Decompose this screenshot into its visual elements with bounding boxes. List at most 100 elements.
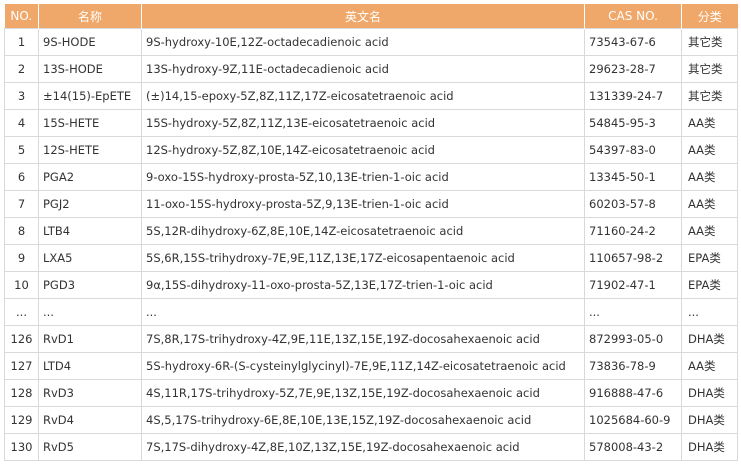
table-row: 1 9S-HODE 9S-hydroxy-10E,12Z-octadecadieno… bbox=[4, 28, 738, 56]
table-row: 127 LTD4 5S-hydroxy-6R-(S-cysteinylglyciny… bbox=[4, 352, 738, 380]
row-english-name-cell: 9S-hydroxy-10E,12Z-octadecadienoic acid bbox=[141, 28, 585, 56]
row-no-cell: 128 bbox=[4, 379, 39, 407]
table-row: 8 LTB4 5S,12R-dihydroxy-6Z,8E,10E,14Z-eico… bbox=[4, 217, 738, 245]
row-english-name-cell: 9α,15S-dihydroxy-11-oxo-prosta-5Z,13E,17… bbox=[141, 271, 585, 299]
table-row: 10 PGD3 9α,15S-dihydroxy-11-oxo-prosta-5Z,… bbox=[4, 271, 738, 299]
row-cas-cell: 872993-05-0 bbox=[584, 325, 682, 353]
row-name-cell: PGD3 bbox=[38, 271, 142, 299]
row-name-cell: PGJ2 bbox=[38, 190, 142, 218]
header-english-name: 英文名 bbox=[141, 4, 585, 29]
row-english-name-cell: ... bbox=[141, 298, 585, 326]
row-english-name-cell: 12S-hydroxy-5Z,8Z,10E,14Z-eicosatetraeno… bbox=[141, 136, 585, 164]
row-cas-cell: 110657-98-2 bbox=[584, 244, 682, 272]
row-cas-cell: 13345-50-1 bbox=[584, 163, 682, 191]
row-name-cell: 12S-HETE bbox=[38, 136, 142, 164]
row-class-cell: AA类 bbox=[681, 190, 738, 218]
table-row: 9 LXA5 5S,6R,15S-trihydroxy-7E,9E,11Z,13E,… bbox=[4, 244, 738, 272]
table-row: ............... bbox=[4, 298, 738, 326]
table-row: 3 ±14(15)-EpETE (±)14,15-epoxy-5Z,8Z,11Z,1… bbox=[4, 82, 738, 110]
row-no-cell: 3 bbox=[4, 82, 39, 110]
row-name-cell: 15S-HETE bbox=[38, 109, 142, 137]
compound-table: NO. 名称 英文名 CAS NO. 分类 1 9S-HODE 9S-hydroxy… bbox=[4, 4, 738, 461]
row-name-cell: RvD3 bbox=[38, 379, 142, 407]
table-row: 7 PGJ2 11-oxo-15S-hydroxy-prosta-5Z,9,13E-… bbox=[4, 190, 738, 218]
row-name-cell: RvD5 bbox=[38, 433, 142, 461]
row-name-cell: LTB4 bbox=[38, 217, 142, 245]
table-row: 2 13S-HODE 13S-hydroxy-9Z,11E-octadecadien… bbox=[4, 55, 738, 83]
row-english-name-cell: (±)14,15-epoxy-5Z,8Z,11Z,17Z-eicosatetra… bbox=[141, 82, 585, 110]
row-no-cell: 8 bbox=[4, 217, 39, 245]
table-body: 1 9S-HODE 9S-hydroxy-10E,12Z-octadecadieno… bbox=[4, 28, 738, 461]
row-class-cell: AA类 bbox=[681, 136, 738, 164]
row-cas-cell: 71902-47-1 bbox=[584, 271, 682, 299]
row-class-cell: DHA类 bbox=[681, 379, 738, 407]
row-cas-cell: ... bbox=[584, 298, 682, 326]
row-name-cell: RvD1 bbox=[38, 325, 142, 353]
row-name-cell: ±14(15)-EpETE bbox=[38, 82, 142, 110]
row-name-cell: 13S-HODE bbox=[38, 55, 142, 83]
row-no-cell: 126 bbox=[4, 325, 39, 353]
header-cas-no: CAS NO. bbox=[584, 4, 682, 29]
row-no-cell: 1 bbox=[4, 28, 39, 56]
row-cas-cell: 73543-67-6 bbox=[584, 28, 682, 56]
row-cas-cell: 578008-43-2 bbox=[584, 433, 682, 461]
row-class-cell: EPA类 bbox=[681, 271, 738, 299]
row-class-cell: DHA类 bbox=[681, 433, 738, 461]
row-english-name-cell: 5S,12R-dihydroxy-6Z,8E,10E,14Z-eicosatet… bbox=[141, 217, 585, 245]
row-name-cell: LTD4 bbox=[38, 352, 142, 380]
row-name-cell: LXA5 bbox=[38, 244, 142, 272]
row-english-name-cell: 7S,17S-dihydroxy-4Z,8E,10Z,13Z,15E,19Z-d… bbox=[141, 433, 585, 461]
row-name-cell: RvD4 bbox=[38, 406, 142, 434]
row-english-name-cell: 5S,6R,15S-trihydroxy-7E,9E,11Z,13E,17Z-e… bbox=[141, 244, 585, 272]
table-row: 6 PGA2 9-oxo-15S-hydroxy-prosta-5Z,10,13E-… bbox=[4, 163, 738, 191]
row-no-cell: 4 bbox=[4, 109, 39, 137]
row-cas-cell: 1025684-60-9 bbox=[584, 406, 682, 434]
page: NO. 名称 英文名 CAS NO. 分类 1 9S-HODE 9S-hydroxy… bbox=[0, 0, 741, 471]
table-row: 5 12S-HETE 12S-hydroxy-5Z,8Z,10E,14Z-eicos… bbox=[4, 136, 738, 164]
row-cas-cell: 60203-57-8 bbox=[584, 190, 682, 218]
row-no-cell: 7 bbox=[4, 190, 39, 218]
row-cas-cell: 54845-95-3 bbox=[584, 109, 682, 137]
table-row: 129 RvD4 4S,5,17S-trihydroxy-6E,8E,10E,13E… bbox=[4, 406, 738, 434]
row-cas-cell: 29623-28-7 bbox=[584, 55, 682, 83]
row-no-cell: 129 bbox=[4, 406, 39, 434]
row-name-cell: 9S-HODE bbox=[38, 28, 142, 56]
row-class-cell: AA类 bbox=[681, 109, 738, 137]
row-class-cell: AA类 bbox=[681, 217, 738, 245]
header-row: NO. 名称 英文名 CAS NO. 分类 bbox=[4, 4, 738, 29]
row-cas-cell: 71160-24-2 bbox=[584, 217, 682, 245]
row-class-cell: 其它类 bbox=[681, 55, 738, 83]
row-class-cell: 其它类 bbox=[681, 28, 738, 56]
row-cas-cell: 131339-24-7 bbox=[584, 82, 682, 110]
row-no-cell: 6 bbox=[4, 163, 39, 191]
row-english-name-cell: 15S-hydroxy-5Z,8Z,11Z,13E-eicosatetraeno… bbox=[141, 109, 585, 137]
row-english-name-cell: 13S-hydroxy-9Z,11E-octadecadienoic acid bbox=[141, 55, 585, 83]
row-cas-cell: 54397-83-0 bbox=[584, 136, 682, 164]
header-class: 分类 bbox=[681, 4, 738, 29]
row-no-cell: 127 bbox=[4, 352, 39, 380]
row-no-cell: ... bbox=[4, 298, 39, 326]
header-name: 名称 bbox=[38, 4, 142, 29]
row-class-cell: DHA类 bbox=[681, 406, 738, 434]
row-class-cell: ... bbox=[681, 298, 738, 326]
row-name-cell: PGA2 bbox=[38, 163, 142, 191]
row-no-cell: 10 bbox=[4, 271, 39, 299]
table-row: 130 RvD5 7S,17S-dihydroxy-4Z,8E,10Z,13Z,15… bbox=[4, 433, 738, 461]
row-english-name-cell: 7S,8R,17S-trihydroxy-4Z,9E,11E,13Z,15E,1… bbox=[141, 325, 585, 353]
row-english-name-cell: 5S-hydroxy-6R-(S-cysteinylglycinyl)-7E,9… bbox=[141, 352, 585, 380]
row-cas-cell: 73836-78-9 bbox=[584, 352, 682, 380]
row-english-name-cell: 11-oxo-15S-hydroxy-prosta-5Z,9,13E-trien… bbox=[141, 190, 585, 218]
row-class-cell: 其它类 bbox=[681, 82, 738, 110]
row-no-cell: 130 bbox=[4, 433, 39, 461]
row-class-cell: EPA类 bbox=[681, 244, 738, 272]
row-cas-cell: 916888-47-6 bbox=[584, 379, 682, 407]
row-no-cell: 5 bbox=[4, 136, 39, 164]
table-row: 4 15S-HETE 15S-hydroxy-5Z,8Z,11Z,13E-eicos… bbox=[4, 109, 738, 137]
row-english-name-cell: 4S,11R,17S-trihydroxy-5Z,7E,9E,13Z,15E,1… bbox=[141, 379, 585, 407]
header-no: NO. bbox=[4, 4, 39, 29]
row-name-cell: ... bbox=[38, 298, 142, 326]
row-english-name-cell: 9-oxo-15S-hydroxy-prosta-5Z,10,13E-trien… bbox=[141, 163, 585, 191]
table-row: 126 RvD1 7S,8R,17S-trihydroxy-4Z,9E,11E,13… bbox=[4, 325, 738, 353]
row-no-cell: 9 bbox=[4, 244, 39, 272]
row-class-cell: AA类 bbox=[681, 163, 738, 191]
